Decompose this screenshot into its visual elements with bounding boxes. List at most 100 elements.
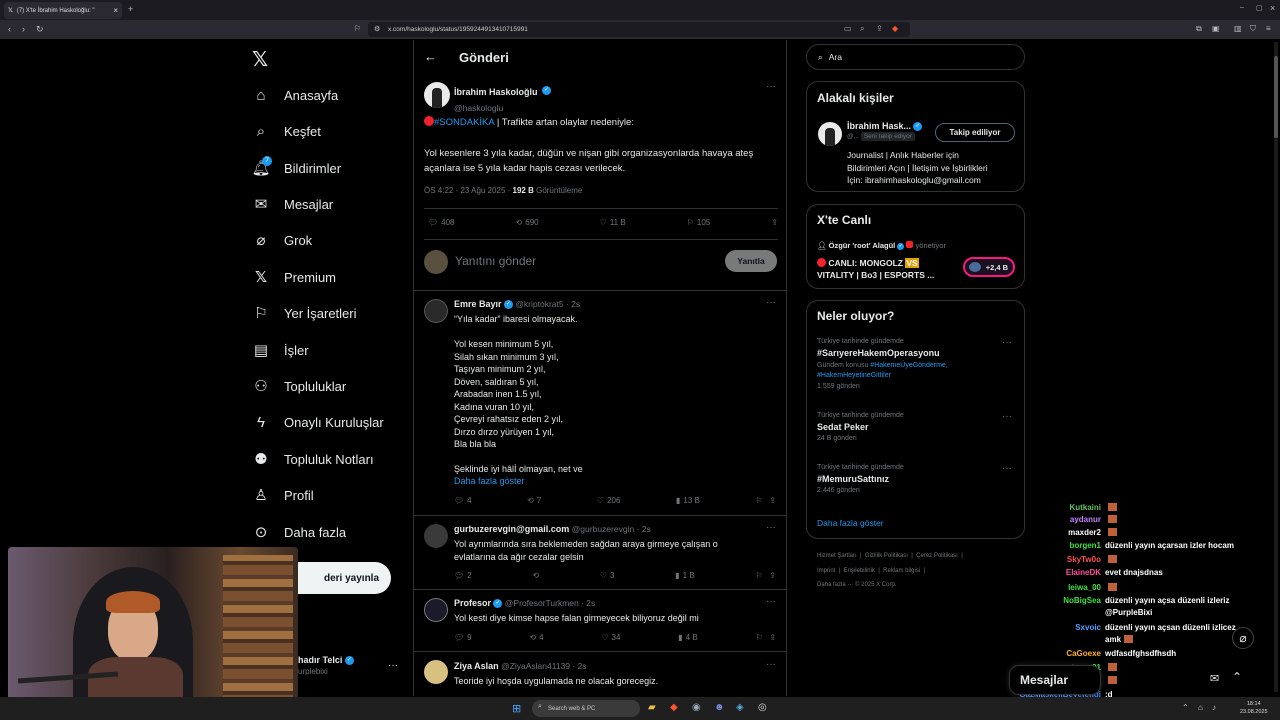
taskbar-search[interactable]: ⌕ Search web & PC [532, 700, 640, 717]
reply-submit-button[interactable]: Yanıtla [725, 250, 777, 272]
steam-icon[interactable]: ◉ [692, 702, 701, 713]
nav-item-bookmarks[interactable]: ⚐ Yer İşaretleri [252, 298, 356, 328]
maximize-icon[interactable]: ▢ [1256, 4, 1263, 12]
footer-link[interactable]: Çerez Politikası [916, 553, 958, 559]
taskbar-clock[interactable]: 18:14 23.08.2025 [1240, 700, 1268, 716]
nav-item-premium[interactable]: 𝕏 Premium [252, 262, 336, 292]
views-button[interactable]: ▮ 4 B [678, 633, 697, 642]
trend-item[interactable]: Türkiye tarihinde gündemde #MemuruSattın… [817, 464, 904, 494]
grok-fab-icon[interactable]: ⌀ [1232, 627, 1254, 649]
reply-button[interactable]: 💬︎ 2 [454, 571, 472, 580]
nav-item-home[interactable]: ⌂ Anasayfa [252, 80, 338, 110]
expand-drawer-icon[interactable]: ⌃ [1232, 670, 1242, 684]
zoom-icon[interactable]: ⌕ [860, 24, 864, 34]
reply-item[interactable]: gurbuzerevgin@gmail.com @gurbuzerevgin ·… [414, 515, 786, 589]
reply-more-icon[interactable]: ··· [766, 297, 776, 308]
show-more-link[interactable]: Daha fazla göster [454, 476, 525, 486]
footer-link[interactable]: Gizlilik Politikası [865, 553, 908, 559]
reader-icon[interactable]: ▭ [844, 24, 852, 33]
repost-button[interactable]: ⟲ 7 [527, 496, 541, 505]
account-more-icon[interactable]: ··· [388, 660, 398, 671]
reply-item[interactable]: Emre Bayır ✓ @kriptokrat5 · 2s ··· “Yıla… [414, 290, 786, 515]
network-icon[interactable]: ⌂ [1198, 703, 1203, 712]
nav-item-profile[interactable]: ♙ Profil [252, 480, 313, 510]
site-info-icon[interactable]: ⚙ [374, 25, 380, 33]
following-button[interactable]: Takip ediliyor [935, 123, 1015, 142]
views-button[interactable]: ▮ 1 B [675, 571, 694, 580]
nav-item-messages[interactable]: ✉ Mesajlar [252, 189, 333, 219]
reply-input[interactable]: Yanıtını gönder [455, 254, 536, 268]
like-button[interactable]: ♡ 34 [601, 633, 620, 642]
browser-tab[interactable]: 𝕏 (7) X'te İbrahim Haskoloğlu: " × [4, 2, 122, 19]
x-logo-icon[interactable]: 𝕏 [252, 47, 268, 72]
reply-more-icon[interactable]: ··· [766, 596, 776, 607]
windows-start-icon[interactable]: ⊞ [512, 702, 521, 715]
footer-link[interactable]: Imprint [817, 568, 835, 574]
menu-icon[interactable]: ≡ [1266, 24, 1271, 33]
reply-more-icon[interactable]: ··· [766, 522, 776, 533]
footer-link[interactable]: Erişilebilirlik [844, 568, 875, 574]
nav-item-grok[interactable]: ⌀ Grok [252, 225, 312, 255]
like-button[interactable]: ♡ 11 B [600, 218, 626, 227]
reply-button[interactable]: 💬︎ 9 [454, 633, 472, 642]
bookmark-button[interactable]: ⚐ 105 [687, 218, 711, 227]
extensions-icon[interactable]: ⧉ [1196, 24, 1202, 34]
tab-close-icon[interactable]: × [113, 6, 118, 15]
nav-item-verified-orgs[interactable]: ϟ Onaylı Kuruluşlar [252, 407, 384, 437]
reload-icon[interactable]: ↻ [36, 24, 44, 35]
back-arrow-icon[interactable]: ← [424, 49, 437, 64]
trend-more-icon[interactable]: ··· [1002, 337, 1012, 348]
trends-show-more[interactable]: Daha fazla göster [817, 518, 884, 528]
app-icon[interactable]: ◈ [736, 702, 744, 713]
trend-item[interactable]: Türkiye tarihinde gündemde #SarıyereHake… [817, 338, 1017, 390]
page-scrollbar[interactable] [1274, 42, 1278, 692]
tray-chevron-icon[interactable]: ⌃ [1182, 703, 1189, 712]
like-button[interactable]: ♡ 3 [600, 571, 615, 580]
share-button[interactable]: ⇪ [771, 218, 778, 227]
brave-shield-icon[interactable]: ◆ [892, 24, 898, 33]
repost-button[interactable]: ⟲ [532, 571, 539, 580]
hashtag-link[interactable]: #SONDAKİKA [434, 117, 494, 128]
live-listeners[interactable]: +2,4 B [963, 257, 1015, 277]
account-switcher[interactable]: hadır Telci ✓ urplebixi [298, 655, 354, 676]
trend-more-icon[interactable]: ··· [1002, 463, 1012, 474]
reply-avatar[interactable] [424, 598, 448, 622]
related-avatar[interactable] [818, 122, 842, 146]
obs-icon[interactable]: ◎ [758, 702, 767, 713]
reply-item[interactable]: Profesor ✓ @ProfesorTurkmen · 2s ··· Yol… [414, 589, 786, 651]
bookmark-button[interactable]: ⚐ ⇪ [755, 496, 776, 505]
new-message-icon[interactable]: ✉ [1210, 672, 1219, 685]
views-button[interactable]: ▮ 13 B [676, 496, 700, 505]
address-bar[interactable]: ⚙ x.com/haskologlu/status/19592449134107… [368, 22, 910, 37]
wallet-icon[interactable]: ▣ [1212, 24, 1220, 33]
back-icon[interactable]: ‹ [8, 24, 11, 34]
reply-avatar[interactable] [424, 524, 448, 548]
minimize-icon[interactable]: – [1240, 4, 1244, 11]
bookmark-button[interactable]: ⚐ ⇪ [755, 571, 776, 580]
tweet-more-icon[interactable]: ··· [766, 81, 776, 92]
author-avatar[interactable] [424, 82, 450, 108]
like-button[interactable]: ♡ 206 [597, 496, 621, 505]
scrollbar-thumb[interactable] [1274, 56, 1278, 138]
share-icon[interactable]: ⇪ [876, 24, 883, 33]
live-host[interactable]: 👤︎ Özgür 'root' Alagül ✓ yönetiyor [817, 241, 946, 250]
new-tab-icon[interactable]: + [128, 4, 133, 14]
related-user[interactable]: İbrahim Hask... ✓ @... Seni takip ediyor [847, 121, 923, 142]
bookmark-page-icon[interactable]: ⚐ [354, 24, 361, 33]
forward-icon[interactable]: › [22, 24, 25, 34]
tweet-author[interactable]: İbrahim Haskoloğlu ✓ @haskologlu [454, 82, 551, 113]
bookmark-button[interactable]: ⚐ ⇪ [755, 633, 776, 642]
repost-button[interactable]: ⟲ 690 [516, 218, 539, 227]
reply-more-icon[interactable]: ··· [766, 659, 776, 670]
reply-avatar[interactable] [424, 660, 448, 684]
nav-item-jobs[interactable]: ▤ İşler [252, 335, 309, 365]
reply-avatar[interactable] [424, 299, 448, 323]
footer-link[interactable]: Reklam bilgisi [883, 568, 920, 574]
discord-icon[interactable]: ☻ [714, 702, 725, 713]
reply-button[interactable]: 💬︎ 408 [428, 218, 455, 227]
file-explorer-icon[interactable]: ▰ [648, 702, 656, 713]
nav-item-community-notes[interactable]: ⚉ Topluluk Notları [252, 444, 373, 474]
live-event[interactable]: CANLI: MONGOLZ VS VITALITY | Bo3 | ESPOR… [817, 257, 934, 281]
search-input[interactable]: ⌕ Ara [806, 44, 1025, 70]
repost-button[interactable]: ⟲ 4 [529, 633, 543, 642]
